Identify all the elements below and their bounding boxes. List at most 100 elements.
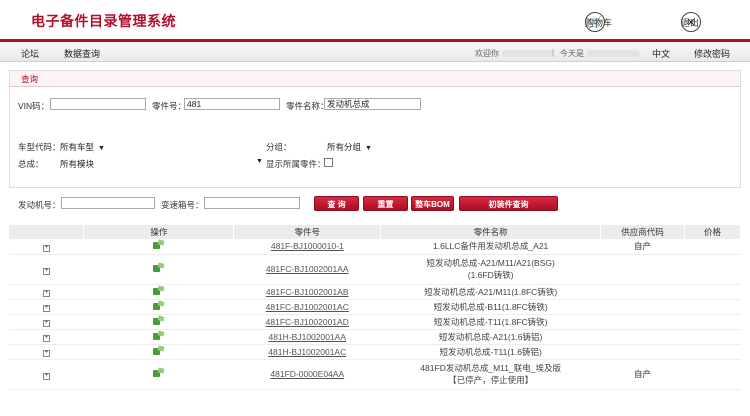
part-no-link[interactable]: 481H-BJ1002001AA: [269, 332, 347, 342]
group-select[interactable]: 所有分组 ▼: [327, 141, 372, 153]
model-code-label: 车型代码：: [18, 142, 61, 152]
plus-box-icon[interactable]: +: [42, 267, 50, 275]
parts-diagram-icon[interactable]: [153, 284, 165, 296]
welcome-text: 欢迎你: [475, 48, 557, 59]
table-row: + 481FC-BJ1002001AD 短发动机总成-T11(1.8FC铸铁): [9, 314, 741, 330]
price-cell: [684, 329, 741, 345]
price-cell: [684, 299, 741, 315]
parts-diagram-icon[interactable]: [153, 262, 165, 273]
parts-diagram-icon[interactable]: [153, 329, 165, 341]
part-no-link[interactable]: 481FC-BJ1002001AB: [266, 287, 349, 297]
plus-box-icon[interactable]: +: [42, 290, 50, 297]
gearbox-no-input[interactable]: [204, 197, 300, 209]
part-no-link[interactable]: 481FC-BJ1002001AD: [266, 317, 349, 327]
query-panel-title: 查询: [21, 74, 39, 84]
col-price: 价格: [684, 225, 741, 239]
part-no-link[interactable]: 481FC-BJ1002001AA: [266, 264, 349, 274]
table-row: + 481FC-BJ1002001AA 短发动机总成-A21/M11/A21(B…: [9, 254, 741, 285]
supplier-cell: [600, 329, 685, 345]
supplier-cell: 自产: [600, 239, 685, 255]
plus-box-icon[interactable]: +: [42, 335, 50, 342]
price-cell: [684, 254, 741, 285]
supplier-cell: [600, 344, 685, 360]
vin-input[interactable]: [50, 98, 146, 110]
part-no-label: 零件号：: [152, 101, 187, 111]
price-cell: [684, 314, 741, 330]
table-row: + 481H-BJ1002001AC 短发动机总成-T11(1.6铸铝): [9, 344, 741, 360]
show-parts-label: 显示所属零件：: [266, 159, 326, 169]
show-parts-checkbox[interactable]: [324, 158, 333, 167]
parts-diagram-icon[interactable]: [153, 314, 165, 326]
parts-diagram-icon[interactable]: [153, 367, 165, 378]
part-name: 1.6LLC备件用发动机总成_A21: [433, 241, 549, 252]
part-name: 短发动机总成-A21/M11/A21(BSG): [426, 258, 555, 268]
plus-box-icon[interactable]: +: [42, 320, 50, 327]
assembly-select[interactable]: 所有模块 ▼: [60, 158, 263, 170]
part-name: 短发动机总成-B11(1.8FC铸铁): [433, 301, 548, 312]
parts-diagram-icon[interactable]: [153, 299, 165, 311]
part-name: 短发动机总成-A21(1.6铸铝): [438, 331, 543, 342]
table-row: + 481FD-0000E04AA 481FD发动机总成_M11_联电_埃及版【…: [9, 359, 741, 390]
engine-no-input[interactable]: [61, 197, 155, 209]
model-code-select[interactable]: 所有车型 ▼: [60, 141, 105, 153]
language-switch[interactable]: 中文: [652, 47, 670, 60]
app-title: 电子备件目录管理系统: [31, 13, 176, 29]
cart-label: 购物车: [585, 17, 613, 28]
plus-box-icon[interactable]: +: [42, 350, 50, 357]
part-name-input[interactable]: [324, 98, 421, 110]
full-bom-button[interactable]: 整车BOM: [411, 196, 454, 211]
part-name-line2: 【已停产，停止使用】: [448, 375, 534, 385]
part-name: 短发动机总成-A21/M11(1.8FC铸铁): [424, 286, 558, 297]
table-row: + 481FC-BJ1002001AB 短发动机总成-A21/M11(1.8FC…: [9, 284, 741, 300]
initial-parts-query-button[interactable]: 初装件查询: [459, 196, 558, 211]
part-no-link[interactable]: 481F-BJ1000010-1: [271, 241, 344, 251]
chevron-down-icon: ▼: [98, 145, 105, 152]
chevron-down-icon: ▼: [256, 158, 263, 165]
plus-box-icon[interactable]: +: [42, 372, 50, 380]
price-cell: [684, 344, 741, 360]
supplier-cell: [600, 284, 685, 300]
col-part-no: 零件号: [233, 225, 382, 239]
logout-label: 退出: [681, 17, 700, 28]
nav-item-data-query[interactable]: 数据查询: [64, 47, 100, 60]
logout-button[interactable]: ✕ 退出: [681, 12, 706, 32]
gearbox-no-label: 变速箱号：: [161, 200, 204, 210]
supplier-cell: [600, 254, 685, 285]
table-row: + 481FC-BJ1002001AC 短发动机总成-B11(1.8FC铸铁): [9, 299, 741, 315]
supplier-cell: 自产: [600, 359, 685, 390]
nav-item-forum[interactable]: 论坛: [21, 47, 39, 60]
price-cell: [684, 239, 741, 255]
part-name: 短发动机总成-T11(1.6铸铝): [439, 346, 542, 357]
engine-no-label: 发动机号：: [18, 200, 61, 210]
supplier-cell: [600, 299, 685, 315]
table-row: + 481H-BJ1002001AA 短发动机总成-A21(1.6铸铝): [9, 329, 741, 345]
plus-box-icon[interactable]: +: [42, 305, 50, 312]
part-no-link[interactable]: 481FC-BJ1002001AC: [266, 302, 349, 312]
chevron-down-icon: ▼: [365, 145, 372, 152]
change-password-link[interactable]: 修改密码: [694, 47, 730, 60]
part-name: 短发动机总成-T11(1.8FC铸铁): [433, 316, 548, 327]
vin-label: VIN码：: [18, 101, 50, 111]
part-no-input[interactable]: [184, 98, 280, 110]
price-cell: [684, 359, 741, 390]
supplier-cell: [600, 314, 685, 330]
parts-diagram-icon[interactable]: [153, 239, 165, 250]
part-no-link[interactable]: 481H-BJ1002001AC: [268, 347, 346, 357]
col-supplier: 供应商代码: [600, 225, 685, 239]
parts-diagram-icon[interactable]: [153, 344, 165, 356]
cart-button[interactable]: 🛒 购物车: [585, 12, 613, 32]
plus-box-icon[interactable]: +: [42, 244, 50, 252]
col-part-name: 零件名称: [380, 225, 602, 239]
col-expand: [9, 225, 85, 239]
part-no-link[interactable]: 481FD-0000E04AA: [270, 369, 344, 379]
top-header: 电子备件目录管理系统 🛒 购物车 ✕ 退出: [0, 0, 750, 40]
redacted-username: [502, 50, 554, 58]
group-label: 分组：: [266, 142, 292, 152]
query-button[interactable]: 查 询: [314, 196, 359, 211]
price-cell: [684, 284, 741, 300]
reset-button[interactable]: 重置: [363, 196, 408, 211]
part-name-label: 零件名称：: [286, 101, 329, 111]
query-panel: 查询: [9, 70, 741, 188]
date-text: 今天是: [560, 48, 642, 59]
results-table: 操作 零件号 零件名称 供应商代码 价格 + 481F-BJ1000010-1 …: [9, 225, 741, 390]
